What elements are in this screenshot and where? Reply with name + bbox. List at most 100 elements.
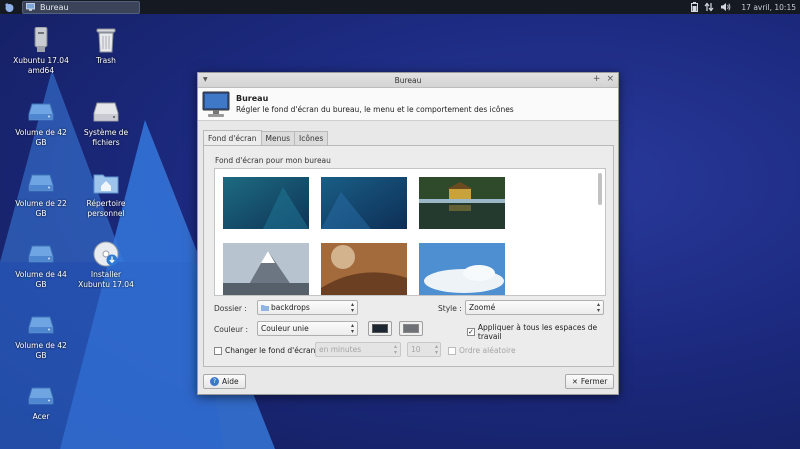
desktop-icon-label: Acer [32,412,50,421]
desktop-icon-label: Trash [96,56,116,65]
clock[interactable]: 17 avril, 10:15 [741,3,796,12]
help-button[interactable]: ? Aide [203,374,246,389]
tab-wallpaper[interactable]: Fond d'écran [203,130,262,145]
volume-icon[interactable] [720,2,731,12]
color-mode-select[interactable]: Couleur unie ▴ ▾ [257,321,358,336]
wallpaper-thumbnail[interactable] [321,177,407,229]
wallpaper-thumbnail[interactable] [419,177,505,229]
color-label: Couleur : [214,325,249,334]
apply-all-workspaces-checkbox[interactable]: ✓ Appliquer à tous les espaces de travai… [467,323,613,341]
xfce-mouse-icon [4,2,13,12]
desktop-icon-label: Xubuntu 17.04 amd64 [13,56,69,75]
desktop-settings-window: ▼ Bureau + × Bureau Régler le fond d'écr… [197,72,619,395]
folder-label: Dossier : [214,304,247,313]
spinner-arrows-icon: ▴ ▾ [434,343,438,356]
checkbox-box [448,346,456,355]
window-title: Bureau [394,75,422,85]
maximize-icon[interactable]: + [593,74,601,84]
checkbox-box [214,346,222,355]
desktop-icon-filesystem[interactable]: Système de fichiers [74,99,138,148]
desktop-icon-label: Volume de 42 GB [15,128,67,147]
drive-icon [28,312,54,338]
wallpaper-tab-panel: Fond d'écran pour mon bureau Dossier: b… [203,145,614,367]
secondary-color-button[interactable] [399,321,423,336]
dialog-header-subtitle: Régler le fond d'écran du bureau, le men… [236,105,514,114]
primary-color-button[interactable] [368,321,392,336]
drive-icon [28,383,54,409]
wallpaper-thumbnail[interactable] [223,243,309,295]
usb-drive-icon [28,27,54,53]
color-mode-value: Couleur unie [261,324,309,333]
dialog-header-title: Bureau [236,94,269,103]
drive-icon [28,170,54,196]
folder-icon [261,305,269,311]
combo-arrows-icon: ▴ ▾ [393,343,397,356]
window-titlebar[interactable]: ▼ Bureau + × [198,73,618,88]
desktop-icon-trash[interactable]: Trash [74,27,138,66]
top-panel: Bureau 17 avril, 10:15 [0,0,800,14]
folder-select-value: backdrops [271,303,310,312]
primary-color-swatch [372,324,388,333]
installer-disc-icon [93,241,119,267]
desktop-icon-xubuntu-usb[interactable]: Xubuntu 17.04 amd64 [9,27,73,76]
random-order-checkbox[interactable]: Ordre aléatoire [448,346,516,355]
combo-arrows-icon: ▴ ▾ [350,301,354,314]
folder-select[interactable]: backdrops ▴ ▾ [257,300,358,315]
desktop-icon-home-folder[interactable]: Répertoire personnel [74,170,138,219]
desktop-icon-acer[interactable]: Acer [9,383,73,422]
combo-arrows-icon: ▴ ▾ [596,301,600,314]
desktop-icon-volume-22gb[interactable]: Volume de 22 GB [9,170,73,219]
desktop-icon-label: Installer Xubuntu 17.04 [78,270,134,289]
desktop-icon-volume-42gb[interactable]: Volume de 42 GB [9,99,73,148]
tab-icons[interactable]: Icônes [294,131,329,145]
interval-spinner[interactable]: 10 ▴ ▾ [407,342,441,357]
battery-icon[interactable] [691,2,699,12]
secondary-color-swatch [403,324,419,333]
interval-value: 10 [411,345,421,354]
interval-unit-value: en minutes [319,345,362,354]
window-menu-icon[interactable]: ▼ [203,76,208,83]
apply-all-label: Appliquer à tous les espaces de travail [477,323,598,341]
trash-icon [93,27,119,53]
checkmark-icon: ✓ [467,327,475,336]
monitor-icon [26,3,35,11]
gallery-scrollbar[interactable] [598,173,602,205]
desktop-icon-label: Volume de 22 GB [15,199,67,218]
system-tray: 17 avril, 10:15 [691,0,796,14]
wallpaper-thumbnail[interactable] [419,243,505,295]
interval-unit-select[interactable]: en minutes ▴ ▾ [315,342,401,357]
network-icon[interactable] [704,2,714,12]
taskbar-window-bureau[interactable]: Bureau [22,0,140,14]
style-select[interactable]: Zoomé ▴ ▾ [465,300,604,315]
desktop-icon-label: Répertoire personnel [86,199,126,218]
tab-menus[interactable]: Menus [260,131,296,145]
random-order-label: Ordre aléatoire [459,346,516,355]
change-wallpaper-checkbox[interactable]: Changer le fond d'écran [214,346,315,355]
help-button-label: Aide [222,377,239,386]
desktop-icon-volume-44gb[interactable]: Volume de 44 GB [9,241,73,290]
change-wallpaper-label: Changer le fond d'écran [225,346,316,355]
wallpaper-section-label: Fond d'écran pour mon bureau [215,156,331,165]
wallpaper-gallery[interactable] [214,168,606,296]
close-icon: ✕ [572,377,578,386]
close-button[interactable]: ✕ Fermer [565,374,615,389]
desktop-icon-install-xubuntu[interactable]: Installer Xubuntu 17.04 [74,241,138,290]
taskbar-window-label: Bureau [40,2,69,12]
tab-bar: Fond d'écran Menus Icônes [203,130,329,145]
drive-icon [28,241,54,267]
close-window-icon[interactable]: × [606,74,614,84]
style-label: Style : [438,304,462,313]
home-folder-icon [93,170,119,196]
filesystem-icon [93,99,119,125]
desktop-icon-label: Volume de 42 GB [15,341,67,360]
wallpaper-thumbnail[interactable] [321,243,407,295]
desktop-icon-volume-42gb-2[interactable]: Volume de 42 GB [9,312,73,361]
wallpaper-thumbnail[interactable] [223,177,309,229]
help-icon: ? [210,377,219,386]
whisker-menu-button[interactable] [2,0,16,14]
desktop-icon-label: Volume de 44 GB [15,270,67,289]
style-select-value: Zoomé [469,303,496,312]
combo-arrows-icon: ▴ ▾ [350,322,354,335]
close-button-label: Fermer [580,377,608,386]
monitor-icon [202,91,230,117]
